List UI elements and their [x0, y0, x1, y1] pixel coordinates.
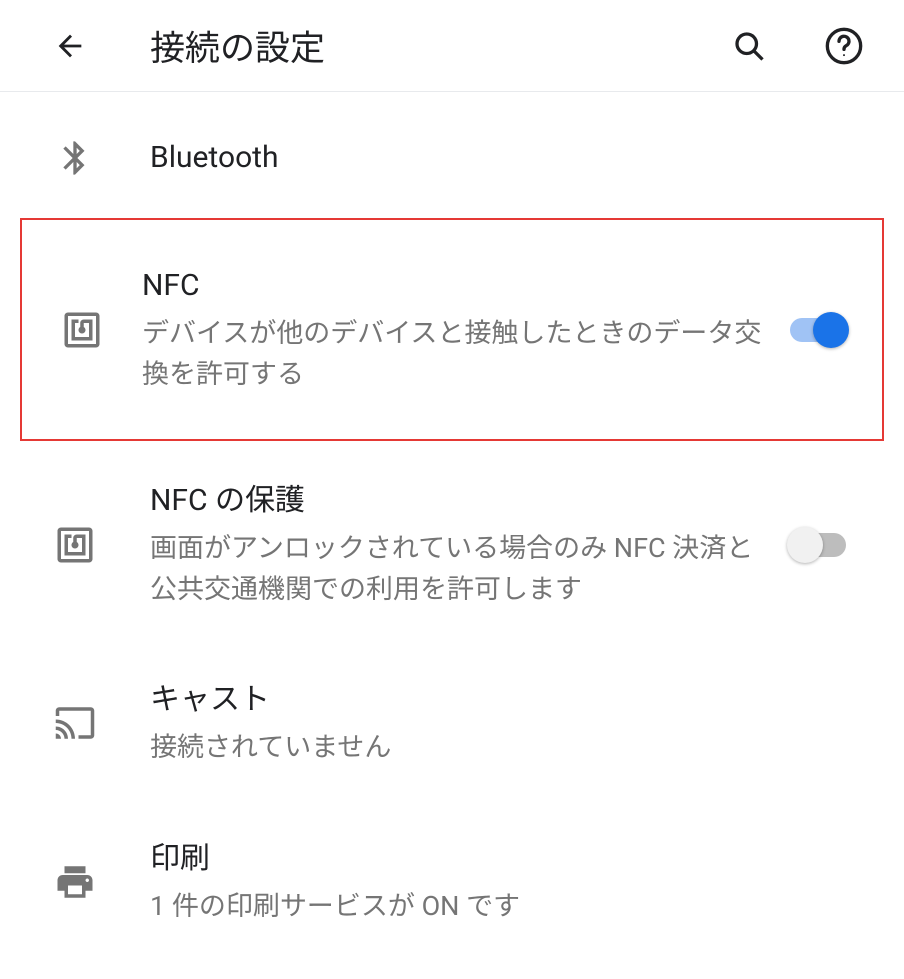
help-icon: [824, 26, 864, 66]
item-body: Bluetooth: [150, 137, 864, 179]
help-button[interactable]: [824, 26, 864, 66]
item-subtitle: 1 件の印刷サービスが ON です: [150, 886, 864, 927]
nfc-toggle[interactable]: [787, 318, 847, 342]
item-title: キャスト: [150, 679, 864, 721]
item-subtitle: 接続されていません: [150, 727, 864, 768]
bluetooth-icon: [0, 138, 150, 178]
print-icon: [0, 861, 150, 903]
item-title: 印刷: [150, 838, 864, 880]
item-title: NFC: [142, 265, 772, 307]
settings-item-nfc[interactable]: NFC デバイスが他のデバイスと接触したときのデータ交換を許可する: [20, 218, 884, 441]
switch-thumb: [813, 312, 849, 348]
settings-item-cast[interactable]: キャスト 接続されていません: [0, 644, 904, 803]
settings-item-print[interactable]: 印刷 1 件の印刷サービスが ON です: [0, 803, 904, 962]
item-body: キャスト 接続されていません: [150, 679, 864, 768]
item-switch-area: [774, 533, 864, 557]
item-body: NFC デバイスが他のデバイスと接触したときのデータ交換を許可する: [142, 265, 772, 394]
item-body: 印刷 1 件の印刷サービスが ON です: [150, 838, 864, 927]
nfc-protection-toggle[interactable]: [789, 533, 849, 557]
item-switch-area: [772, 318, 862, 342]
nfc-icon: [22, 309, 142, 351]
back-button[interactable]: [50, 26, 90, 66]
item-body: NFC の保護 画面がアンロックされている場合のみ NFC 決済と公共交通機関で…: [150, 480, 774, 609]
app-header: 接続の設定: [0, 0, 904, 92]
page-title: 接続の設定: [150, 20, 669, 71]
switch-thumb: [787, 527, 823, 563]
nfc-icon: [0, 524, 150, 566]
item-title: Bluetooth: [150, 137, 864, 179]
item-subtitle: デバイスが他のデバイスと接触したときのデータ交換を許可する: [142, 313, 772, 394]
arrow-back-icon: [53, 29, 87, 63]
settings-item-bluetooth[interactable]: Bluetooth: [0, 102, 904, 214]
header-actions: [729, 26, 864, 66]
item-title: NFC の保護: [150, 480, 774, 522]
settings-item-nfc-protection[interactable]: NFC の保護 画面がアンロックされている場合のみ NFC 決済と公共交通機関で…: [0, 445, 904, 644]
search-icon: [731, 28, 767, 64]
item-subtitle: 画面がアンロックされている場合のみ NFC 決済と公共交通機関での利用を許可しま…: [150, 528, 774, 609]
search-button[interactable]: [729, 26, 769, 66]
cast-icon: [0, 702, 150, 744]
settings-list: Bluetooth NFC デバイスが他のデバイスと接触したときのデータ交換を許…: [0, 92, 904, 961]
